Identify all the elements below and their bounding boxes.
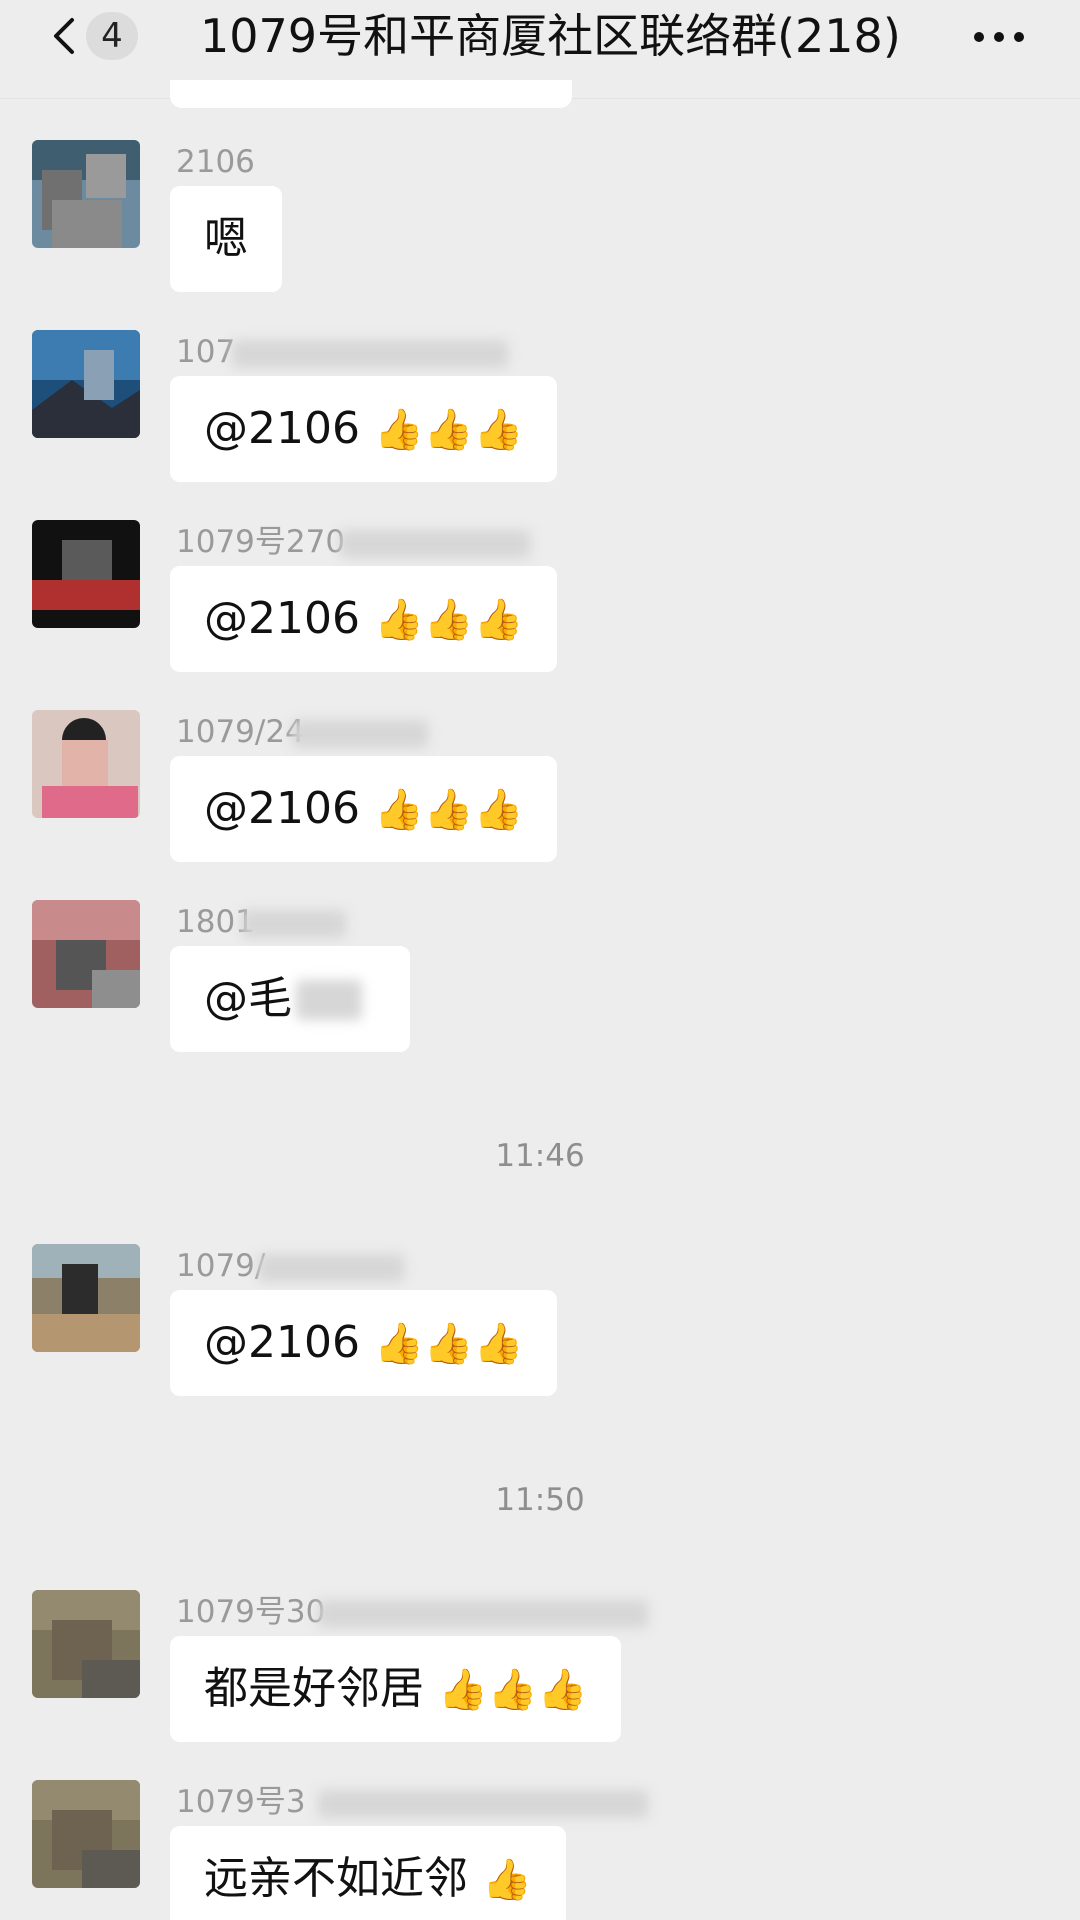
chat-title: 1079号和平商厦社区联络群(218): [200, 9, 901, 63]
thumbs-up-emoji: 👍👍👍: [373, 597, 524, 643]
chevron-left-icon[interactable]: [46, 16, 86, 56]
more-dots-icon[interactable]: [972, 30, 1026, 44]
redacted-name: [232, 340, 508, 368]
avatar[interactable]: [32, 900, 140, 1008]
message-bubble[interactable]: 嗯: [170, 186, 282, 292]
chat-screen: 4 1079号和平商厦社区联络群(218) 2106 嗯 107 @2106 👍…: [0, 0, 1080, 1920]
redacted-name: [318, 1600, 648, 1628]
message-bubble[interactable]: @2106 👍👍👍: [170, 1290, 558, 1396]
message-text: @2106: [204, 593, 360, 644]
message-text: 都是好邻居: [204, 1663, 424, 1714]
avatar[interactable]: [32, 1780, 140, 1888]
unread-count-badge[interactable]: 4: [86, 12, 138, 60]
avatar[interactable]: [32, 1590, 140, 1698]
avatar[interactable]: [32, 710, 140, 818]
redacted-name: [318, 1790, 648, 1818]
message-bubble[interactable]: @2106 👍👍👍: [170, 376, 558, 482]
message-bubble[interactable]: 远亲不如近邻 👍: [170, 1826, 566, 1920]
partial-message-bubble[interactable]: [170, 80, 572, 108]
avatar[interactable]: [32, 140, 140, 248]
message-bubble[interactable]: @毛: [170, 946, 410, 1052]
message-bubble[interactable]: @2106 👍👍👍: [170, 566, 558, 672]
timestamp: 11:46: [495, 1138, 585, 1174]
thumbs-up-emoji: 👍: [482, 1857, 532, 1903]
sender-name: 1079号30: [176, 1594, 326, 1630]
redacted-name: [340, 530, 530, 558]
message-text: @2106: [204, 403, 360, 454]
message-text: 远亲不如近邻: [204, 1853, 468, 1904]
message-text: @2106: [204, 1317, 360, 1368]
avatar[interactable]: [32, 1244, 140, 1352]
sender-name: 1079/24: [176, 714, 305, 750]
sender-name: 107: [176, 334, 236, 370]
message-text: @2106: [204, 783, 360, 834]
thumbs-up-emoji: 👍👍👍: [373, 1321, 524, 1367]
sender-name: 1079号270: [176, 524, 346, 560]
thumbs-up-emoji: 👍👍👍: [373, 787, 524, 833]
sender-name: 2106: [176, 144, 255, 180]
message-text: @毛: [204, 973, 292, 1024]
redacted-name: [242, 910, 346, 938]
sender-name: 1079号3: [176, 1784, 306, 1820]
message-bubble[interactable]: @2106 👍👍👍: [170, 756, 558, 862]
redacted-text: [296, 980, 362, 1020]
thumbs-up-emoji: 👍👍👍: [438, 1667, 588, 1713]
message-text: 嗯: [204, 213, 248, 264]
avatar[interactable]: [32, 330, 140, 438]
redacted-name: [258, 1254, 404, 1282]
sender-name: 1079/: [176, 1248, 266, 1284]
message-bubble[interactable]: 都是好邻居 👍👍👍: [170, 1636, 622, 1742]
timestamp: 11:50: [495, 1482, 585, 1518]
thumbs-up-emoji: 👍👍👍: [373, 407, 524, 453]
avatar[interactable]: [32, 520, 140, 628]
redacted-name: [292, 720, 428, 748]
